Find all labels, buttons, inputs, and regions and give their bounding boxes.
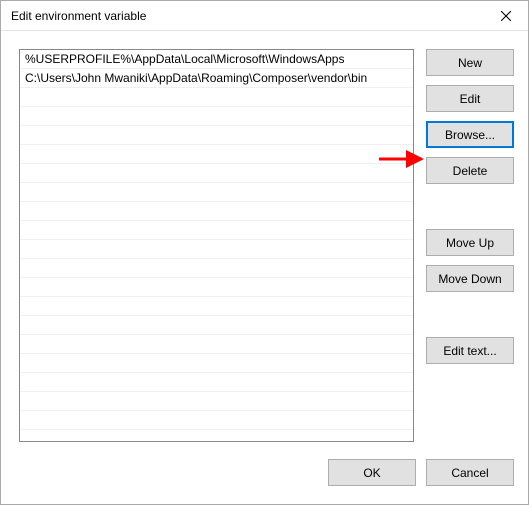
list-item[interactable]: [20, 202, 413, 221]
cancel-button[interactable]: Cancel: [426, 459, 514, 486]
list-item[interactable]: [20, 354, 413, 373]
move-down-button[interactable]: Move Down: [426, 265, 514, 292]
close-button[interactable]: [483, 1, 528, 30]
list-item[interactable]: [20, 316, 413, 335]
titlebar: Edit environment variable: [1, 1, 528, 31]
edit-env-var-dialog: Edit environment variable %USERPROFILE%\…: [0, 0, 529, 505]
browse-button[interactable]: Browse...: [426, 121, 514, 148]
list-item[interactable]: [20, 164, 413, 183]
list-item[interactable]: [20, 392, 413, 411]
list-item[interactable]: C:\Users\John Mwaniki\AppData\Roaming\Co…: [20, 69, 413, 88]
list-item[interactable]: [20, 278, 413, 297]
content-area: %USERPROFILE%\AppData\Local\Microsoft\Wi…: [1, 31, 528, 459]
edit-text-button[interactable]: Edit text...: [426, 337, 514, 364]
close-icon: [501, 11, 511, 21]
ok-button[interactable]: OK: [328, 459, 416, 486]
bottom-bar: OK Cancel: [1, 459, 528, 504]
side-buttons: New Edit Browse... Delete Move Up Move D…: [426, 49, 514, 449]
list-item[interactable]: [20, 183, 413, 202]
list-item[interactable]: %USERPROFILE%\AppData\Local\Microsoft\Wi…: [20, 50, 413, 69]
list-item[interactable]: [20, 259, 413, 278]
new-button[interactable]: New: [426, 49, 514, 76]
list-item[interactable]: [20, 240, 413, 259]
list-item[interactable]: [20, 373, 413, 392]
list-item[interactable]: [20, 297, 413, 316]
list-item[interactable]: [20, 221, 413, 240]
path-listbox[interactable]: %USERPROFILE%\AppData\Local\Microsoft\Wi…: [19, 49, 414, 442]
move-up-button[interactable]: Move Up: [426, 229, 514, 256]
list-item[interactable]: [20, 107, 413, 126]
list-item[interactable]: [20, 335, 413, 354]
delete-button[interactable]: Delete: [426, 157, 514, 184]
dialog-title: Edit environment variable: [11, 9, 146, 23]
list-item[interactable]: [20, 88, 413, 107]
list-item[interactable]: [20, 411, 413, 430]
edit-button[interactable]: Edit: [426, 85, 514, 112]
list-item[interactable]: [20, 145, 413, 164]
list-item[interactable]: [20, 126, 413, 145]
